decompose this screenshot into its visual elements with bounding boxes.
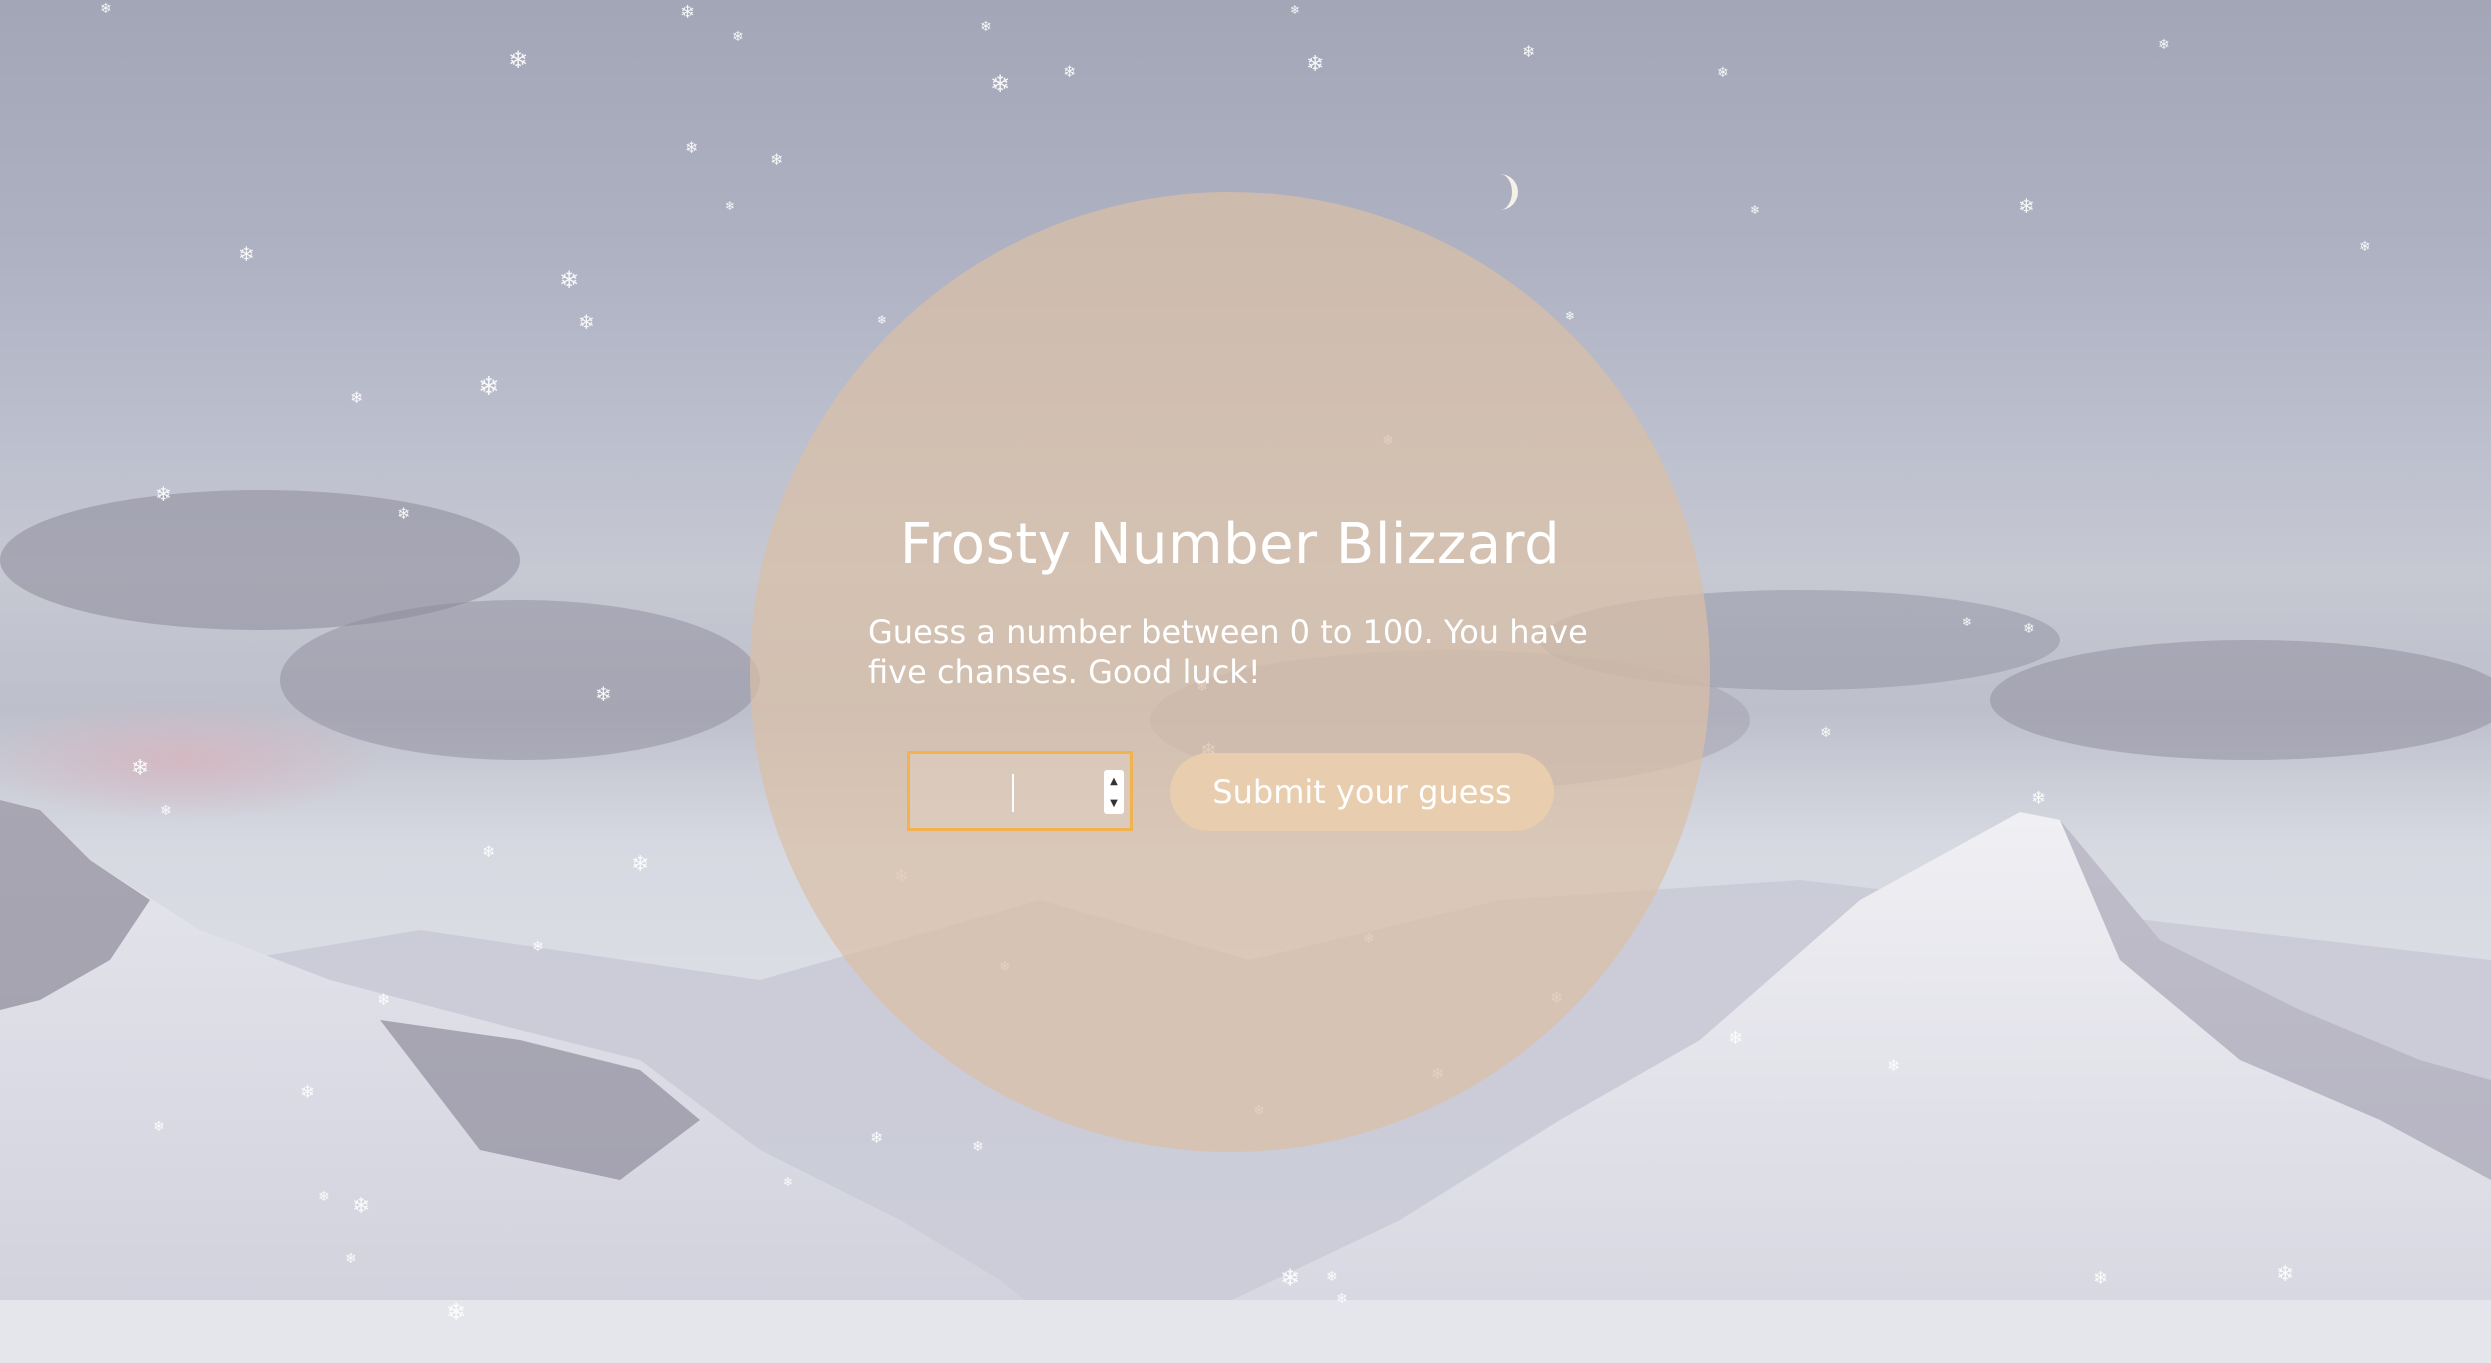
chevron-up-icon[interactable]: ▲ — [1104, 770, 1124, 792]
guess-field[interactable]: ▲ ▼ — [907, 751, 1133, 831]
moon-icon — [1488, 172, 1518, 212]
text-caret — [1012, 774, 1014, 812]
number-stepper[interactable]: ▲ ▼ — [1104, 770, 1124, 814]
submit-guess-button[interactable]: Submit your guess — [1170, 753, 1554, 831]
guess-input[interactable] — [910, 754, 1130, 828]
game-title: Frosty Number Blizzard — [899, 512, 1561, 577]
game-screen: ❄ ❄ ❄ ❄ ❄ ❄ ❄ ❄ ❄ ❄ ❄ ❄ ❄ ❄ ❄ ❄ ❄ ❄ ❄ ❄ ❄ ❄ ❄ ❄ ❄ ❄ ❄ ❄ ❄ ❄ ❄ ❄ ❄ ❄ ❄ ❄ ❄ ❄ ❄ ❄… — [0, 0, 2491, 1363]
chevron-down-icon[interactable]: ▼ — [1104, 792, 1124, 814]
game-instructions: Guess a number between 0 to 100. You hav… — [868, 613, 1588, 691]
